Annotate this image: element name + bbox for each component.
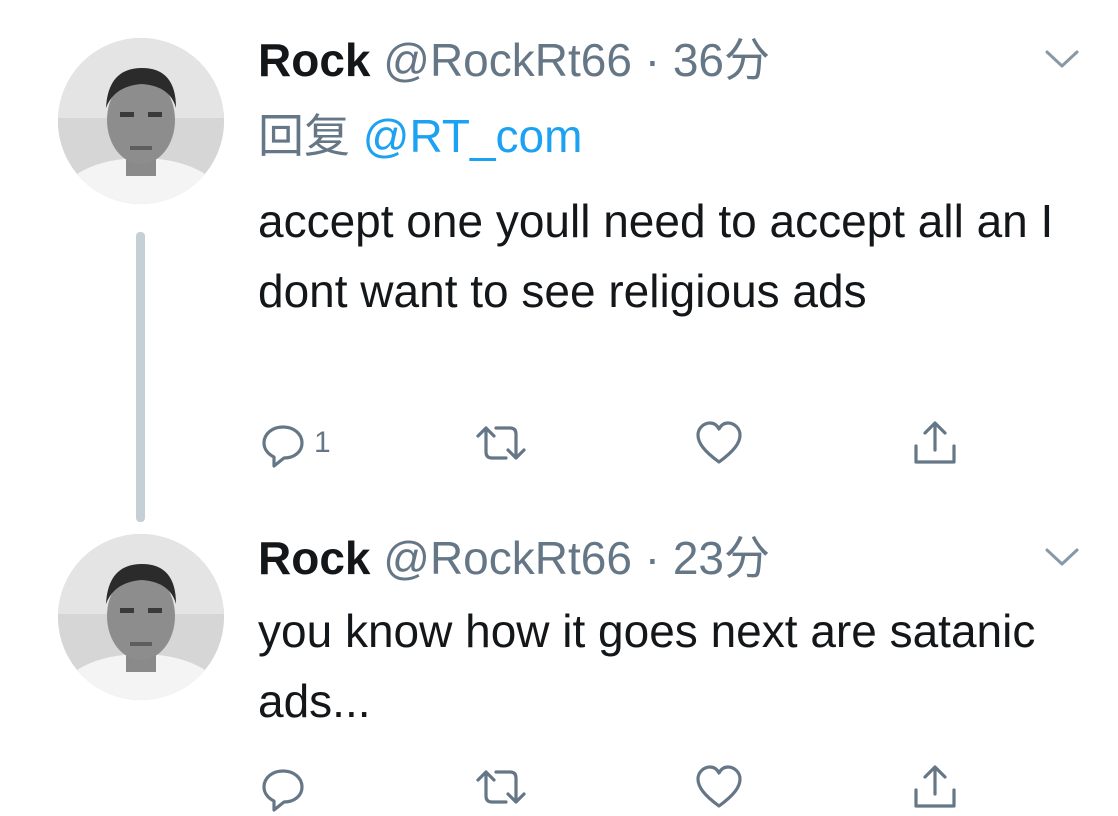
user-name[interactable]: Rock — [258, 34, 370, 86]
like-button[interactable] — [694, 762, 744, 812]
avatar[interactable] — [58, 38, 224, 204]
like-icon — [696, 765, 742, 808]
reply-icon — [262, 769, 304, 812]
tweet-1[interactable]: Rock @RockRt66 · 36分 回复 @RT_com accept o… — [0, 0, 1118, 522]
separator: · — [644, 34, 661, 86]
tweet-actions: 1 — [258, 418, 1018, 468]
tweet-2[interactable]: Rock @RockRt66 · 23分 you know how it goe… — [0, 520, 1118, 816]
reply-button[interactable]: 1 — [258, 418, 331, 468]
chevron-down-icon[interactable] — [1044, 48, 1080, 70]
tweet-text: accept one youll need to accept all an I… — [258, 195, 1054, 317]
retweet-button[interactable] — [472, 418, 530, 468]
separator: · — [644, 532, 661, 584]
replying-to: 回复 @RT_com — [258, 108, 582, 164]
reply-icon — [262, 425, 304, 468]
tweet-header: Rock @RockRt66 · 23分 — [258, 530, 770, 586]
tweet-header: Rock @RockRt66 · 36分 — [258, 32, 770, 88]
chevron-down-icon[interactable] — [1044, 546, 1080, 568]
like-button[interactable] — [694, 418, 744, 468]
share-icon — [914, 765, 956, 808]
retweet-icon — [476, 426, 526, 460]
retweet-icon — [476, 770, 526, 804]
timestamp[interactable]: 23分 — [673, 532, 770, 584]
reply-count: 1 — [314, 426, 331, 459]
thread-line — [136, 232, 145, 522]
reply-mention-link[interactable]: @RT_com — [363, 110, 583, 162]
share-button[interactable] — [910, 762, 960, 812]
reply-label: 回复 — [258, 110, 350, 162]
share-icon — [914, 421, 956, 464]
tweet-text: you know how it goes next are satanic ad… — [258, 605, 1036, 727]
user-handle[interactable]: @RockRt66 — [383, 532, 632, 584]
like-icon — [696, 421, 742, 464]
user-name[interactable]: Rock — [258, 532, 370, 584]
share-button[interactable] — [910, 418, 960, 468]
tweet-actions — [258, 762, 1018, 812]
user-handle[interactable]: @RockRt66 — [383, 34, 632, 86]
reply-button[interactable] — [258, 762, 314, 812]
avatar[interactable] — [58, 534, 224, 700]
timestamp[interactable]: 36分 — [673, 34, 770, 86]
retweet-button[interactable] — [472, 762, 530, 812]
